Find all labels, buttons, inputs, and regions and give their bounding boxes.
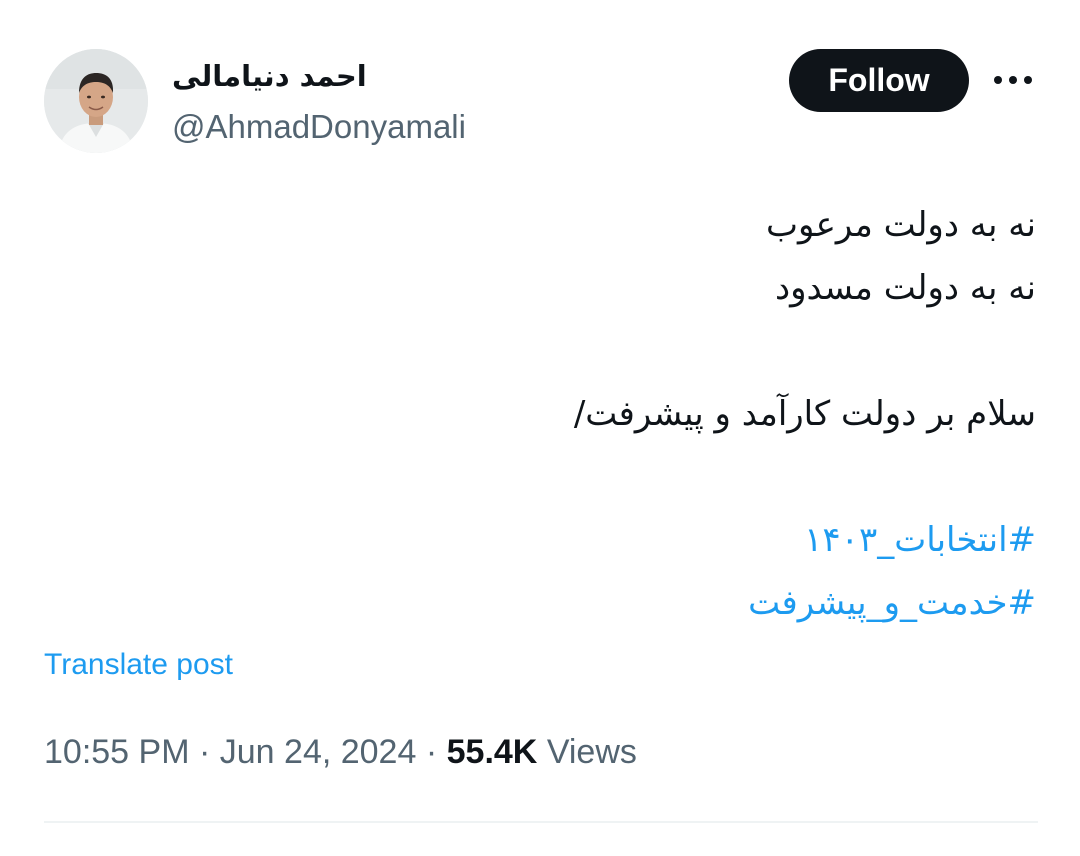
follow-button[interactable]: Follow bbox=[789, 49, 969, 112]
meta-separator: · bbox=[425, 733, 438, 771]
tweet-text-line: سلام بر دولت کارآمد و پیشرفت/ bbox=[573, 394, 1036, 434]
hashtag-link[interactable]: #خدمت_و_پیشرفت bbox=[748, 581, 1036, 625]
author-display-name[interactable]: احمد دنیامالی bbox=[172, 58, 367, 94]
hashtag-link[interactable]: #انتخابات_۱۴۰۳ bbox=[804, 518, 1036, 562]
meta-separator: · bbox=[198, 733, 211, 771]
author-handle[interactable]: @AhmadDonyamali bbox=[172, 107, 466, 147]
views-label: Views bbox=[546, 733, 637, 771]
avatar-photo bbox=[44, 49, 148, 153]
more-options-button[interactable] bbox=[990, 64, 1036, 96]
tweet-meta: 10:55 PM · Jun 24, 2024 · 55.4K Views bbox=[44, 730, 637, 774]
translate-post-link[interactable]: Translate post bbox=[44, 646, 233, 684]
divider bbox=[44, 821, 1038, 823]
views-count: 55.4K bbox=[446, 733, 538, 771]
tweet-text-line: نه به دولت مرعوب bbox=[766, 205, 1036, 245]
tweet-time[interactable]: 10:55 PM bbox=[44, 733, 190, 771]
tweet-text-line: نه به دولت مسدود bbox=[774, 268, 1036, 308]
avatar[interactable] bbox=[44, 49, 148, 153]
more-horizontal-icon bbox=[994, 76, 1032, 84]
tweet-date[interactable]: Jun 24, 2024 bbox=[220, 733, 417, 771]
